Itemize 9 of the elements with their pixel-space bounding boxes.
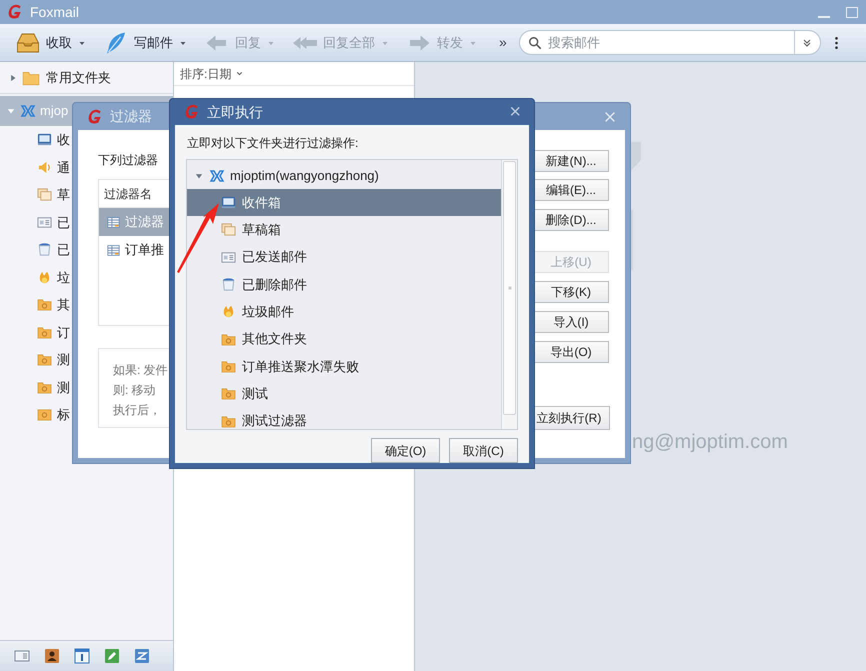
rule-text: 则: 移动 bbox=[113, 382, 156, 399]
account-email-text: ng@mjoptim.com bbox=[632, 430, 788, 455]
prompt-text: 立即对以下文件夹进行过滤操作: bbox=[186, 135, 360, 152]
window-title: Foxmail bbox=[30, 2, 80, 22]
intro-text: 下列过滤器 bbox=[98, 152, 158, 169]
rule-text: 如果: 发件 bbox=[113, 362, 168, 379]
dialog-title: 立即执行 bbox=[207, 102, 263, 122]
rule-text: 执行后， bbox=[113, 402, 161, 419]
dialog-title: 过滤器 bbox=[110, 107, 152, 126]
